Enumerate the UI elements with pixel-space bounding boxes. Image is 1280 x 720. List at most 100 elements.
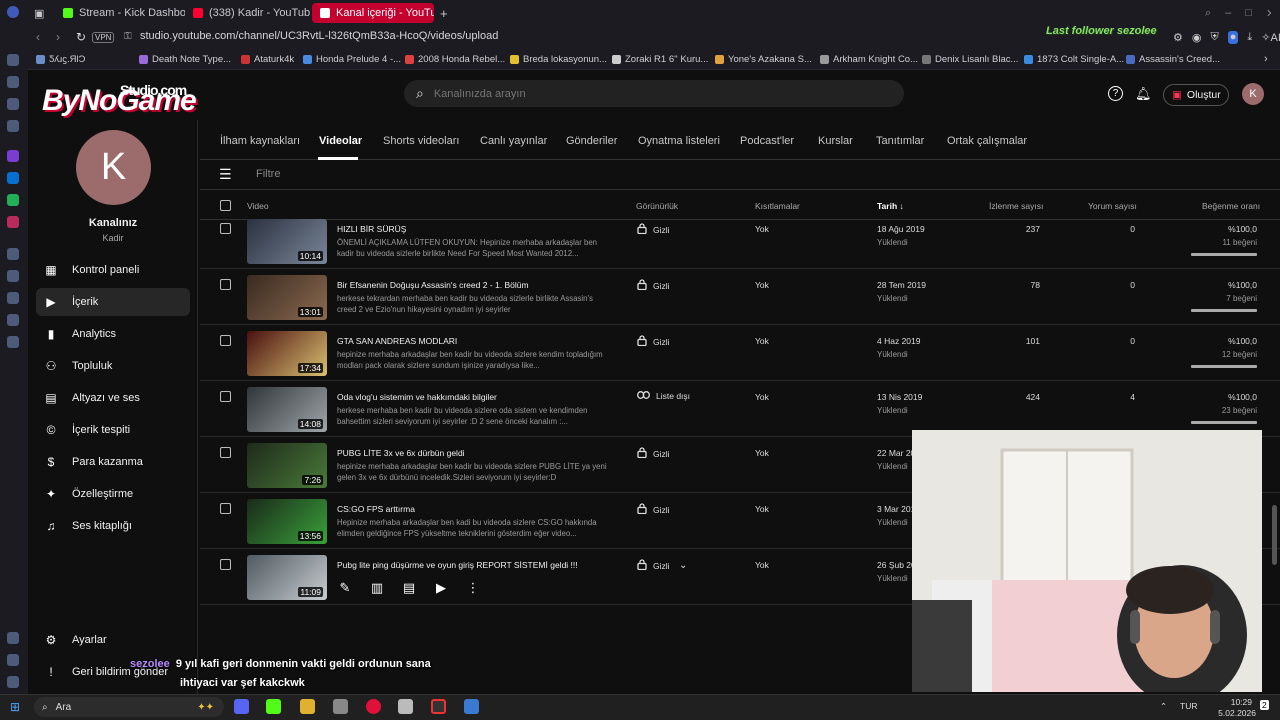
file-explorer-icon[interactable] [300,699,315,714]
workspaces-icon[interactable]: ▣ [34,3,44,23]
sidebar-settings-icon[interactable] [7,336,19,348]
sidebar-bookmarks-icon[interactable] [7,270,19,282]
video-thumbnail[interactable]: 13:56 [247,499,327,544]
video-thumbnail[interactable]: 11:09 [247,555,327,600]
tab-live[interactable]: Canlı yayınlar [480,135,547,147]
search-input[interactable] [433,87,854,100]
sidebar-ai-icon[interactable] [7,76,19,88]
tray-chevron-icon[interactable]: ⌃ [1160,701,1167,712]
download-icon[interactable]: ⤓ [1247,31,1252,44]
back-icon[interactable]: ‹ [36,30,40,44]
tab-playlists[interactable]: Oynatma listeleri [638,135,720,147]
messenger-icon[interactable] [7,172,19,184]
nav-content[interactable]: ▶ İçerik [36,288,190,316]
video-thumbnail[interactable]: 7:26 [247,443,327,488]
discord-icon[interactable] [234,699,249,714]
windows-start-icon[interactable]: ⊞ [10,700,20,714]
tab-promotions[interactable]: Tanıtımlar [876,135,924,147]
row-checkbox[interactable] [220,447,231,458]
tab-videos[interactable]: Videolar [319,135,362,147]
nav-dashboard[interactable]: ▦ Kontrol paneli [36,256,190,284]
youtube-icon[interactable]: ▶ [433,580,449,596]
account-avatar[interactable]: K [1242,83,1264,105]
reload-icon[interactable]: ↻ [76,30,86,44]
forward-icon[interactable]: › [56,30,60,44]
nav-subtitles[interactable]: ▤ Altyazı ve ses [36,384,190,412]
row-checkbox[interactable] [220,279,231,290]
notification-badge[interactable]: 2 [1260,700,1269,710]
language-indicator[interactable]: TUR [1180,701,1197,711]
table-row[interactable]: 14:08 Oda vlog'u sistemim ve hakkımdaki b… [200,381,1280,437]
nav-analytics[interactable]: ▮ Analytics [36,320,190,348]
bookmarks-more-icon[interactable]: › [1264,53,1268,65]
video-thumbnail[interactable]: 10:14 [247,219,327,264]
sidebar-downloads-icon[interactable] [7,292,19,304]
bookmark-1[interactable]: Death Note Type... [139,54,231,65]
sidebar-speed-dial-icon[interactable] [7,54,19,66]
opera-logo-icon[interactable] [7,6,19,18]
twitch-icon[interactable] [7,150,19,162]
bookmark-0[interactable]: Ƽʎɹϛ.ЯƖϽ [36,54,85,65]
site-info-icon[interactable]: ⚿ [124,31,132,42]
studio-logo[interactable]: ByNoGame Studio.com [42,82,197,118]
bookmark-8[interactable]: Arkham Knight Co... [820,54,918,65]
shield-icon[interactable]: ⛨ [1210,31,1218,44]
sidebar-history-icon[interactable] [7,248,19,260]
sidebar-more-icon[interactable] [7,676,19,688]
video-title[interactable]: Oda vlog'u sistemim ve hakkımdaki bilgil… [337,392,497,402]
sidebar-gx-icon[interactable] [7,654,19,666]
video-title[interactable]: Bir Efsanenin Doğuşu Assasin's creed 2 -… [337,280,529,290]
channel-search[interactable]: ⌕ [404,80,904,107]
visibility-cell[interactable]: Gizli [637,503,670,516]
tab-collaborations[interactable]: Ortak çalışmalar [947,135,1027,147]
table-row[interactable]: 13:01 Bir Efsanenin Doğuşu Assasin's cree… [200,269,1280,325]
help-icon[interactable]: ? [1108,86,1123,101]
visibility-cell[interactable]: Gizli [637,223,670,236]
scrollbar-thumb[interactable] [1272,505,1277,565]
sidebar-clock-icon[interactable] [7,314,19,326]
visibility-cell[interactable]: Gizli [637,335,670,348]
comments-icon[interactable]: ▤ [401,580,417,596]
maximize-icon[interactable]: □ [1245,7,1252,19]
filter-icon[interactable]: ☰ [219,166,232,183]
profile-icon[interactable]: ● [1227,31,1239,44]
app-icon[interactable] [464,699,479,714]
app-icon[interactable] [398,699,413,714]
nav-copyright[interactable]: © İçerik tespiti [36,416,190,444]
bookmark-2[interactable]: Ataturk4k [241,54,294,65]
video-title[interactable]: Pubg lite ping düşürme ve oyun giriş REP… [337,560,578,570]
messenger-icon[interactable]: ◉ [1192,31,1202,44]
video-thumbnail[interactable]: 13:01 [247,275,327,320]
edit-icon[interactable]: ✎ [337,580,353,596]
create-button[interactable]: ▣ Oluştur [1163,84,1229,106]
visibility-cell[interactable]: Gizli [637,447,670,460]
notifications-icon[interactable]: 🔔︎ [1135,86,1152,102]
table-row[interactable]: 10:14 HIZLI BİR SÜRÜŞ ÖNEMLİ AÇIKLAMA LÜTF… [200,213,1280,269]
close-icon[interactable]: ✕ [1266,7,1271,20]
tab-shorts[interactable]: Shorts videoları [383,135,459,147]
taskbar-search[interactable]: ⌕ Ara ✦✦ [34,697,224,717]
video-title[interactable]: GTA SAN ANDREAS MODLARI [337,336,457,346]
row-checkbox[interactable] [220,559,231,570]
url-field[interactable]: studio.youtube.com/channel/UC3RvtL-l326t… [140,30,498,42]
vpn-badge[interactable]: VPN [92,32,115,43]
browser-tab-youtube[interactable]: (338) Kadir - YouTube [185,3,310,23]
tab-inspiration[interactable]: İlham kaynakları [220,135,300,147]
video-title[interactable]: HIZLI BİR SÜRÜŞ [337,224,406,234]
extensions-icon[interactable]: ⚙ [1173,31,1183,44]
bookmark-3[interactable]: Honda Prelude 4 -... [303,54,401,65]
sidebar-workspace-icon[interactable] [7,98,19,110]
browser-tab-studio[interactable]: Kanal içeriği - YouTube St [312,3,434,23]
kick-icon[interactable] [266,699,281,714]
row-checkbox[interactable] [220,223,231,234]
minimize-icon[interactable]: – [1225,7,1231,19]
bookmark-4[interactable]: 2008 Honda Rebel... [405,54,505,65]
row-checkbox[interactable] [220,503,231,514]
visibility-cell[interactable]: Gizli [637,559,670,572]
nav-settings[interactable]: ⚙ Ayarlar [36,626,190,654]
visibility-cell[interactable]: Gizli [637,279,670,292]
table-row[interactable]: 17:34 GTA SAN ANDREAS MODLARI hepinize mer… [200,325,1280,381]
bookmark-10[interactable]: 1873 Colt Single-A... [1024,54,1124,65]
row-checkbox[interactable] [220,391,231,402]
opera-icon[interactable] [366,699,381,714]
